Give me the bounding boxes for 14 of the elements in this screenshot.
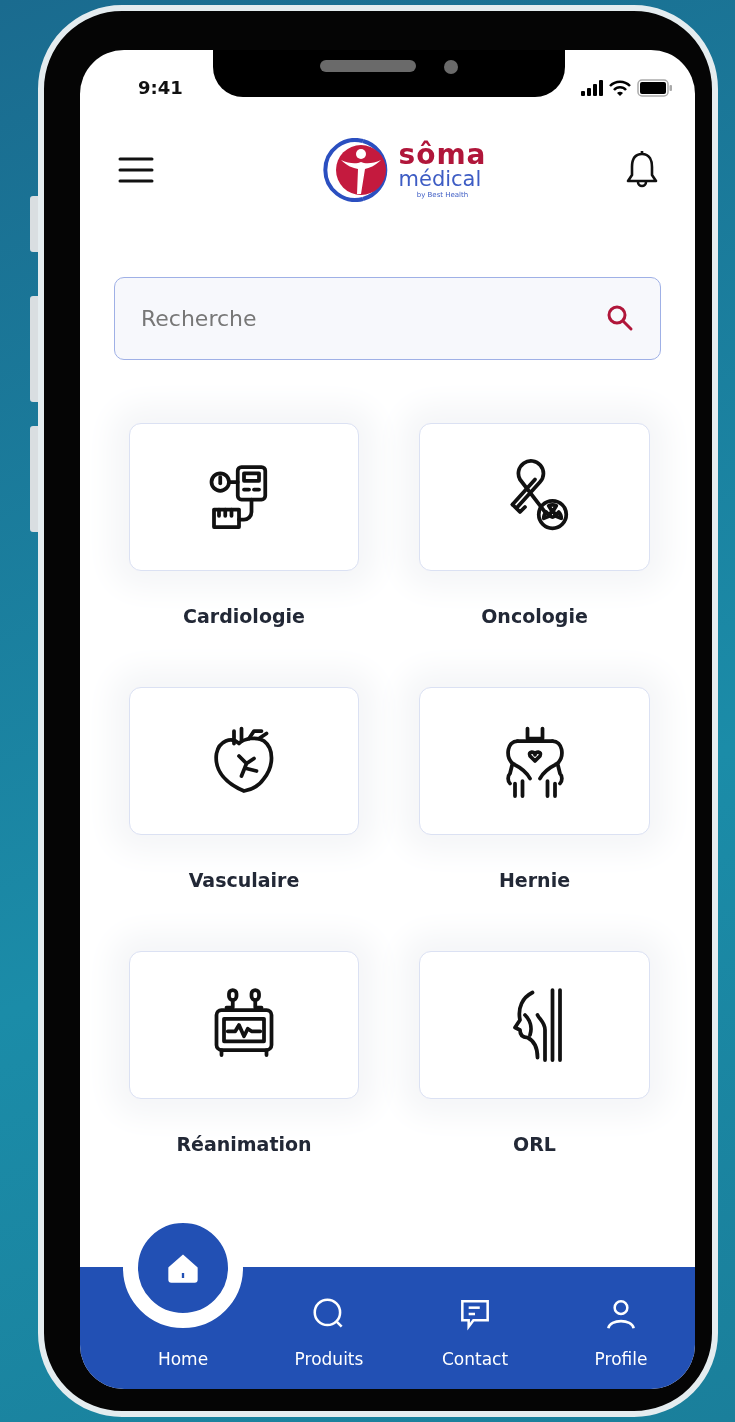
- search-field[interactable]: Recherche: [114, 277, 661, 360]
- wifi-icon: [609, 79, 631, 96]
- search-icon[interactable]: [605, 303, 635, 333]
- logo-name: sôma: [398, 141, 487, 169]
- nav-tab[interactable]: Profile: [551, 1295, 691, 1369]
- logo-subtitle: médical: [398, 169, 483, 190]
- status-time: 9:41: [138, 77, 183, 98]
- signal-icon: [581, 79, 603, 96]
- battery-icon: [637, 78, 673, 97]
- nav-tab[interactable]: Contact: [405, 1295, 545, 1369]
- bell-icon[interactable]: [625, 150, 659, 190]
- nav-tab[interactable]: Produits: [259, 1295, 399, 1369]
- nav-tab[interactable]: Home: [113, 1208, 253, 1369]
- menu-icon[interactable]: [118, 156, 154, 184]
